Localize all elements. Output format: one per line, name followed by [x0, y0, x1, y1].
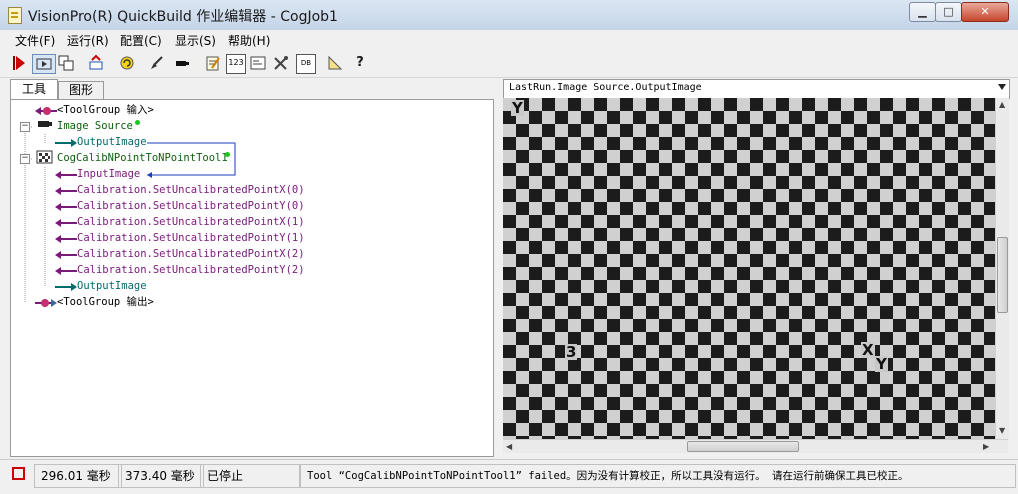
tree-item-point-y1[interactable]: Calibration.SetUncalibratedPointY(1): [77, 230, 305, 246]
output-arrow-icon: [55, 283, 77, 291]
title-bar: VisionPro(R) QuickBuild 作业编辑器 - CogJob1 …: [0, 0, 1018, 31]
status-ok-icon: [135, 120, 140, 125]
status-y-time: 373.40 毫秒: [118, 464, 204, 488]
tool-tree: <ToolGroup 输入> − Image Source OutputImag…: [10, 99, 494, 457]
input-arrow-icon: [55, 219, 77, 227]
camera-icon[interactable]: [173, 54, 191, 72]
grid-mark: Y: [875, 355, 888, 373]
tree-item-point-x2[interactable]: Calibration.SetUncalibratedPointX(2): [77, 246, 305, 262]
status-state: 已停止: [200, 464, 300, 488]
menu-file[interactable]: 文件(F): [15, 32, 55, 49]
grid-mark: Y: [511, 99, 524, 117]
number-icon[interactable]: 123: [226, 54, 246, 74]
status-ok-icon: [225, 152, 230, 157]
run-icon[interactable]: [10, 54, 28, 72]
collapse-image-source[interactable]: −: [20, 122, 30, 132]
tree-item-output-image[interactable]: OutputImage: [77, 134, 147, 150]
menu-help[interactable]: 帮助(H): [228, 32, 270, 49]
tree-item-point-y0[interactable]: Calibration.SetUncalibratedPointY(0): [77, 198, 305, 214]
copy-image-icon[interactable]: [57, 54, 75, 72]
tab-tools[interactable]: 工具: [10, 79, 58, 100]
tree-item-point-x1[interactable]: Calibration.SetUncalibratedPointX(1): [77, 214, 305, 230]
brush-icon[interactable]: [148, 54, 166, 72]
status-x-time: 296.01 毫秒: [34, 464, 122, 488]
calibration-grid-icon: [36, 150, 53, 164]
input-arrow-icon: [55, 235, 77, 243]
menu-view[interactable]: 显示(S): [175, 32, 216, 49]
grid-mark: X: [861, 341, 875, 359]
vertical-scroll-thumb[interactable]: [997, 237, 1008, 313]
input-arrow-icon: [55, 187, 77, 195]
output-arrow-icon: [55, 139, 77, 147]
image-source-selector[interactable]: LastRun.Image Source.OutputImage: [503, 79, 1010, 99]
tab-graphics[interactable]: 图形: [58, 81, 104, 99]
maximize-button[interactable]: □: [935, 2, 962, 22]
app-icon: [8, 7, 22, 24]
window-title: VisionPro(R) QuickBuild 作业编辑器 - CogJob1: [28, 9, 338, 25]
camera-icon: [38, 121, 52, 127]
menu-config[interactable]: 配置(C): [120, 32, 162, 49]
scroll-right-icon[interactable]: ▶: [983, 442, 989, 451]
tree-item-image-source[interactable]: Image Source: [57, 118, 133, 134]
scroll-down-icon[interactable]: ▼: [999, 426, 1005, 435]
toolbar: 123 DB ?: [0, 50, 1018, 78]
tree-item-toolgroup-input[interactable]: <ToolGroup 输入>: [57, 102, 154, 118]
edit-icon[interactable]: [204, 54, 222, 72]
scroll-left-icon[interactable]: ◀: [506, 442, 512, 451]
tools-icon[interactable]: [272, 54, 290, 72]
grid-mark: 3: [565, 343, 578, 361]
minimize-button[interactable]: ▁: [909, 2, 936, 22]
tree-item-output-image-2[interactable]: OutputImage: [77, 278, 147, 294]
status-message: Tool “CogCalibNPointToNPointTool1” faile…: [300, 464, 1016, 488]
refresh-icon[interactable]: [118, 54, 136, 72]
group-output-icon: [35, 299, 57, 307]
tree-item-calib-tool[interactable]: CogCalibNPointToNPointTool1: [57, 150, 228, 166]
run-continuous-icon[interactable]: [32, 54, 56, 74]
close-button[interactable]: ✕: [961, 2, 1009, 22]
help-icon[interactable]: ?: [351, 54, 369, 72]
menu-bar: 文件(F) 运行(R) 配置(C) 显示(S) 帮助(H): [0, 30, 1018, 50]
group-input-icon: [35, 107, 57, 115]
tree-item-point-y2[interactable]: Calibration.SetUncalibratedPointY(2): [77, 262, 305, 278]
db-icon[interactable]: DB: [296, 54, 316, 74]
chevron-down-icon[interactable]: [998, 84, 1006, 90]
collapse-calib-tool[interactable]: −: [20, 154, 30, 164]
input-arrow-icon: [55, 171, 77, 179]
horizontal-scroll-thumb[interactable]: [687, 441, 799, 452]
scroll-up-icon[interactable]: ▲: [999, 100, 1005, 109]
input-arrow-icon: [55, 267, 77, 275]
input-arrow-icon: [55, 203, 77, 211]
image-display[interactable]: Y 3 X Y: [503, 98, 995, 439]
tree-item-point-x0[interactable]: Calibration.SetUncalibratedPointX(0): [77, 182, 305, 198]
menu-run[interactable]: 运行(R): [67, 32, 109, 49]
tree-item-input-image[interactable]: InputImage: [77, 166, 140, 182]
image-source-label: LastRun.Image Source.OutputImage: [509, 82, 702, 93]
terminal-icon[interactable]: [249, 54, 267, 72]
status-bar: 296.01 毫秒 373.40 毫秒 已停止 Tool “CogCalibNP…: [0, 459, 1018, 494]
ruler-icon[interactable]: [326, 54, 344, 72]
tree-item-toolgroup-output[interactable]: <ToolGroup 输出>: [57, 294, 154, 310]
stop-icon: [12, 467, 25, 480]
input-arrow-icon: [55, 251, 77, 259]
reset-icon[interactable]: [87, 54, 105, 72]
